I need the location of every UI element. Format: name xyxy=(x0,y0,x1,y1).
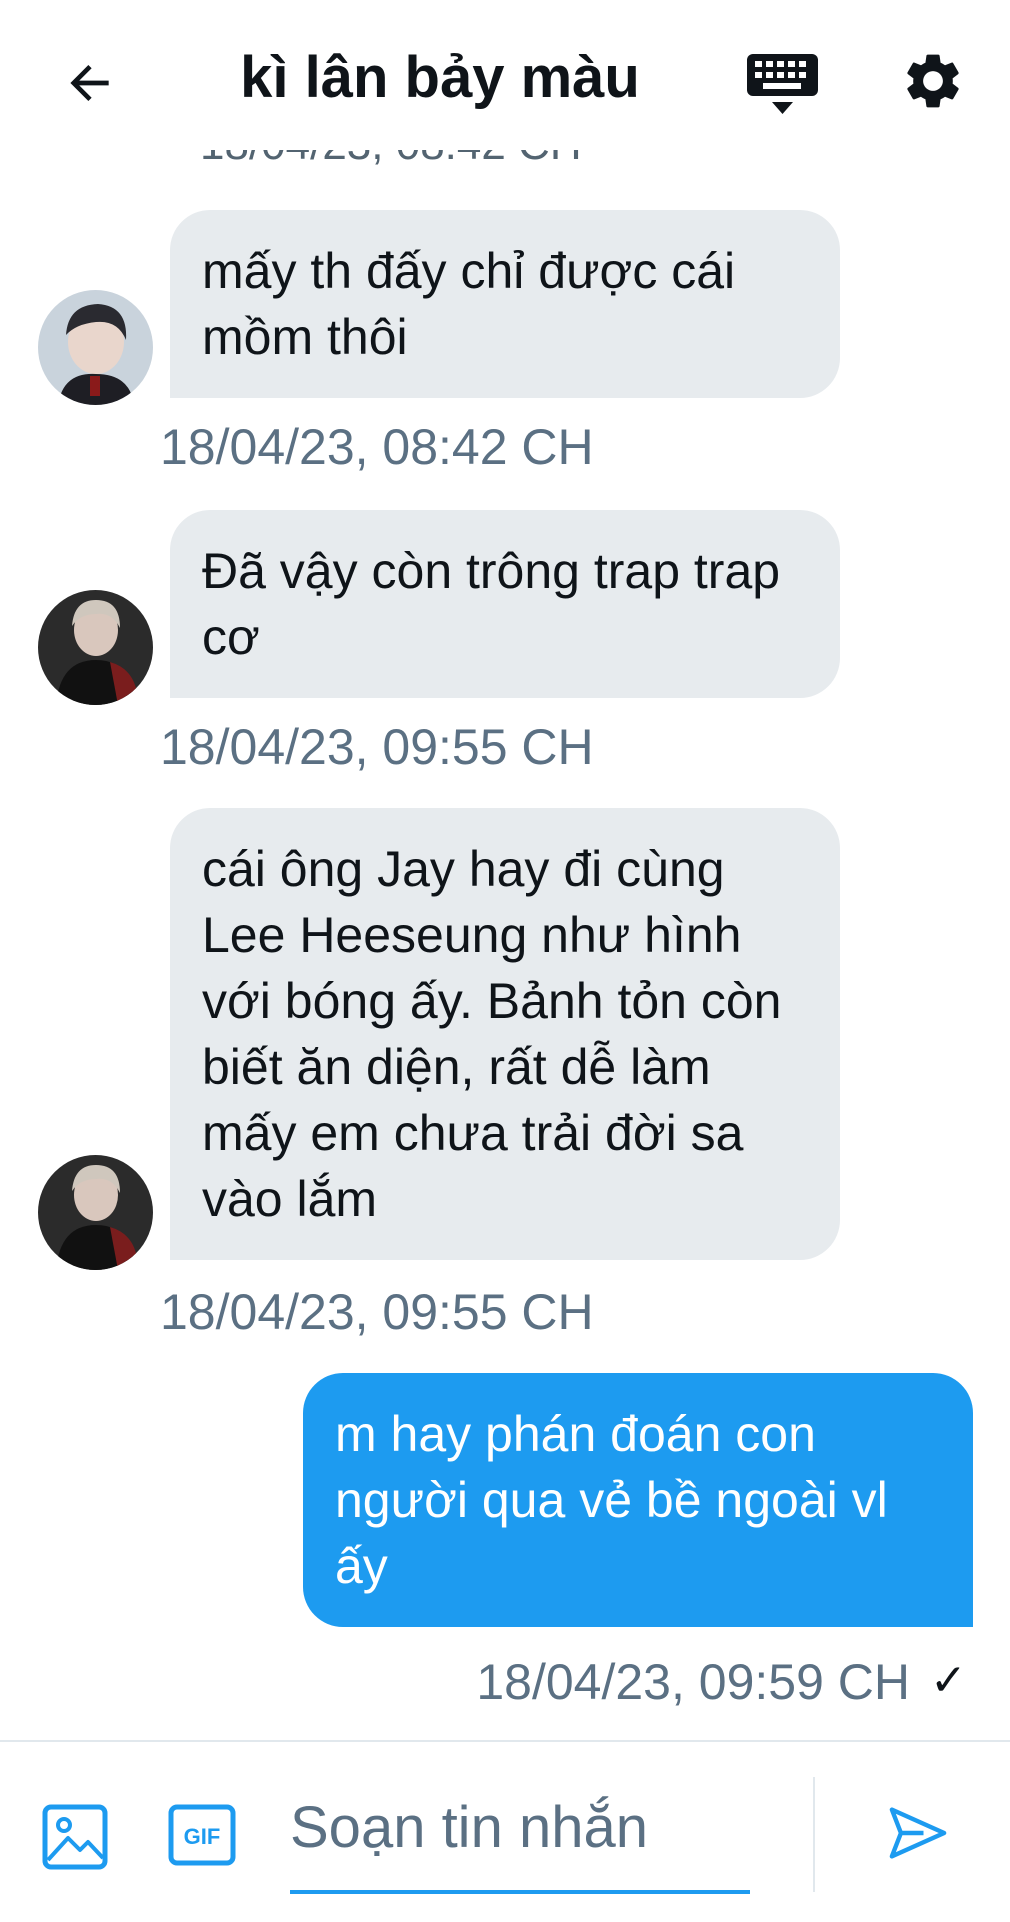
send-button[interactable] xyxy=(885,1800,955,1870)
keyboard-icon xyxy=(747,54,818,114)
message-text: cái ông Jay hay đi cùng Lee Heeseung như… xyxy=(202,841,782,1227)
message-input-container xyxy=(290,1772,750,1894)
avatar[interactable] xyxy=(38,290,153,405)
conversation-header: kì lân bảy màu xyxy=(0,0,1010,165)
avatar[interactable] xyxy=(38,590,153,705)
message-text: Đã vậy còn trông trap trap cơ xyxy=(202,543,781,665)
keyboard-button[interactable] xyxy=(745,50,820,120)
avatar[interactable] xyxy=(38,1155,153,1270)
message-bubble-incoming[interactable]: cái ông Jay hay đi cùng Lee Heeseung như… xyxy=(170,808,840,1260)
message-bubble-outgoing[interactable]: m hay phán đoán con người qua vẻ bề ngoà… xyxy=(303,1373,973,1627)
message-timestamp: 18/04/23, 09:59 CH xyxy=(476,1654,910,1710)
message-timestamp: 18/04/23, 08:42 CH xyxy=(160,419,594,475)
read-status-check: ✓ xyxy=(930,1656,967,1705)
message-composer: GIF xyxy=(0,1740,1010,1922)
add-gif-button[interactable]: GIF xyxy=(168,1804,236,1866)
add-image-button[interactable] xyxy=(42,1804,108,1870)
cutoff-timestamp: 18/04/23, 08:42 CH xyxy=(200,150,620,180)
composer-divider xyxy=(813,1777,815,1892)
gif-icon: GIF xyxy=(168,1804,236,1866)
message-timestamp: 18/04/23, 09:55 CH xyxy=(160,719,594,775)
message-bubble-incoming[interactable]: Đã vậy còn trông trap trap cơ xyxy=(170,510,840,698)
message-input[interactable] xyxy=(290,1772,750,1882)
image-icon xyxy=(42,1804,108,1870)
send-icon xyxy=(889,1807,947,1859)
settings-button[interactable] xyxy=(900,48,970,118)
gear-icon xyxy=(907,54,959,108)
message-bubble-incoming[interactable]: mấy th đấy chỉ được cái mồm thôi xyxy=(170,210,840,398)
message-timestamp: 18/04/23, 09:55 CH xyxy=(160,1284,594,1340)
svg-text:GIF: GIF xyxy=(184,1824,221,1849)
message-text: m hay phán đoán con người qua vẻ bề ngoà… xyxy=(335,1406,888,1594)
message-text: mấy th đấy chỉ được cái mồm thôi xyxy=(202,243,736,365)
